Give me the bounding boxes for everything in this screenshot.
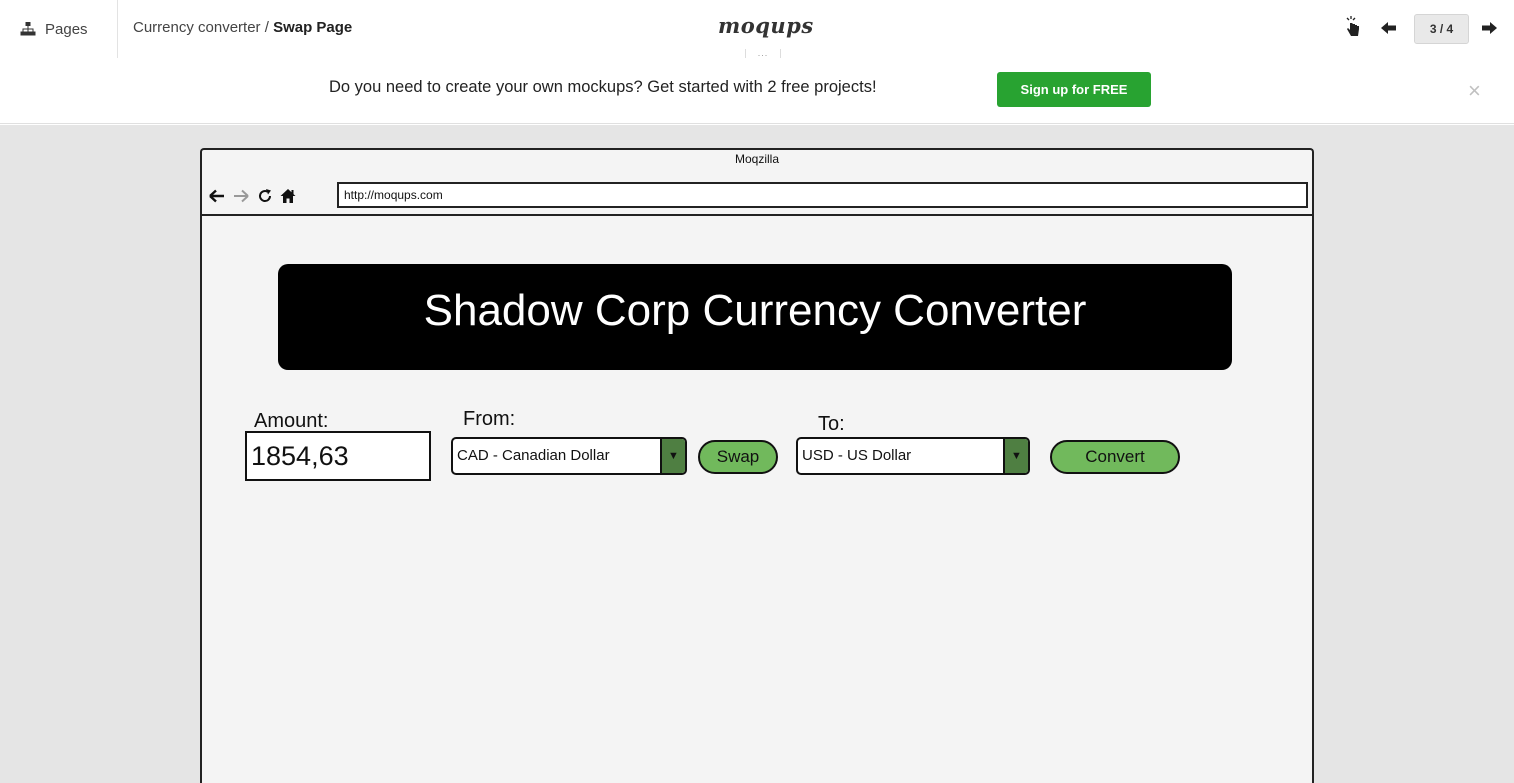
- breadcrumb: Currency converter / Swap Page: [133, 19, 352, 36]
- amount-input[interactable]: 1854,63: [245, 431, 431, 481]
- from-label: From:: [463, 408, 516, 430]
- breadcrumb-project[interactable]: Currency converter: [133, 19, 261, 36]
- promo-text: Do you need to create your own mockups? …: [329, 78, 877, 96]
- amount-label: Amount:: [254, 410, 329, 432]
- moqups-logo: moqups: [718, 13, 814, 38]
- sitemap-icon: [20, 22, 36, 36]
- breadcrumb-separator: /: [260, 19, 274, 36]
- browser-navbar: http://moqups.com: [202, 180, 1312, 216]
- pages-button[interactable]: Pages: [0, 0, 118, 58]
- dropdown-caret-icon: ▼: [1003, 439, 1028, 473]
- from-currency-select[interactable]: CAD - Canadian Dollar ▼: [451, 437, 687, 475]
- home-icon[interactable]: [280, 188, 296, 204]
- breadcrumb-page: Swap Page: [273, 19, 353, 36]
- to-label: To:: [818, 413, 845, 435]
- from-currency-value: CAD - Canadian Dollar: [457, 447, 610, 464]
- app-title-banner: Shadow Corp Currency Converter: [278, 264, 1232, 370]
- back-icon[interactable]: [209, 188, 225, 204]
- dropdown-caret-icon: ▼: [660, 439, 685, 473]
- signup-button[interactable]: Sign up for FREE: [997, 72, 1151, 107]
- forward-icon[interactable]: [233, 188, 249, 204]
- arrow-right-icon[interactable]: [1481, 21, 1497, 35]
- close-icon[interactable]: ×: [1468, 80, 1481, 102]
- page-counter[interactable]: 3 / 4: [1414, 14, 1469, 44]
- url-input[interactable]: http://moqups.com: [337, 182, 1308, 208]
- reload-icon[interactable]: [257, 188, 273, 204]
- arrow-left-icon[interactable]: [1381, 21, 1397, 35]
- pages-label: Pages: [45, 20, 88, 38]
- browser-title: Moqzilla: [734, 152, 779, 166]
- to-currency-select[interactable]: USD - US Dollar ▼: [796, 437, 1030, 475]
- browser-mockup: Moqzilla http://moqups.com Shadow Corp C…: [200, 148, 1314, 783]
- promo-bar: Do you need to create your own mockups? …: [0, 58, 1514, 124]
- convert-button[interactable]: Convert: [1050, 440, 1180, 474]
- to-currency-value: USD - US Dollar: [802, 447, 912, 464]
- hand-pointer-icon[interactable]: [1344, 16, 1362, 38]
- swap-button[interactable]: Swap: [698, 440, 778, 474]
